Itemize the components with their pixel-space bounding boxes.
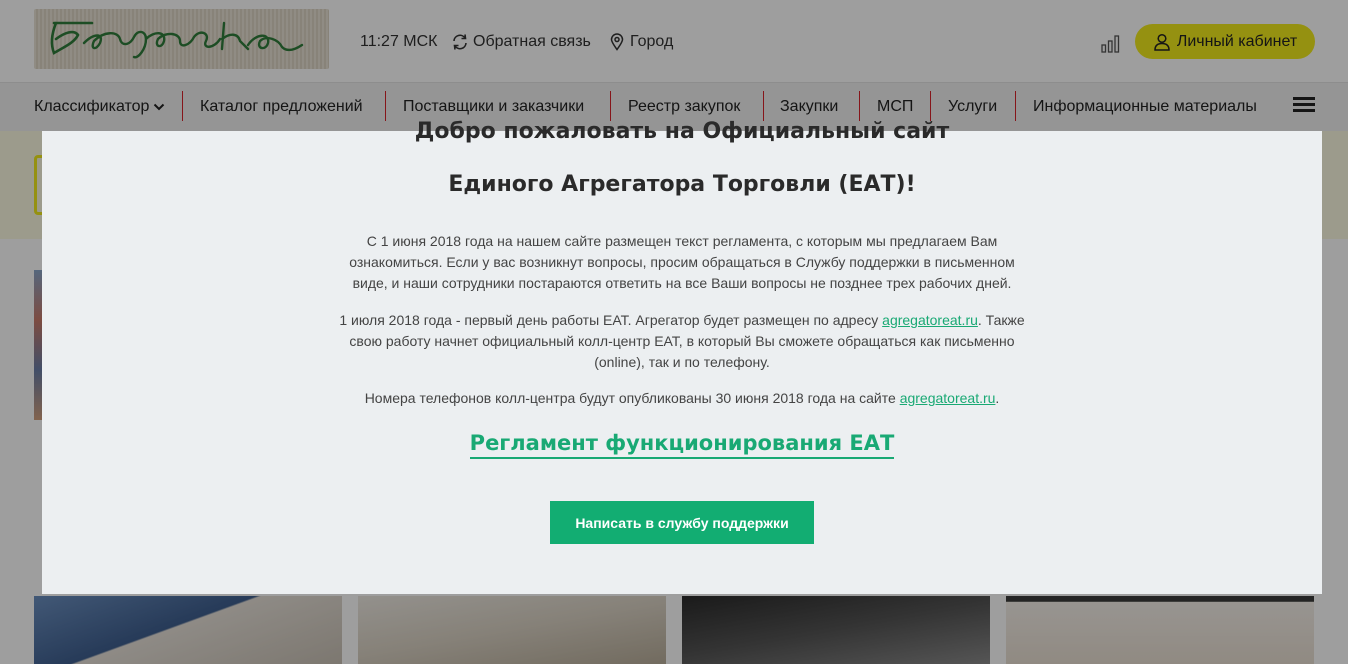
support-button-label: Написать в службу поддержки bbox=[575, 514, 789, 531]
agregatoreat-link[interactable]: agregatoreat.ru bbox=[900, 390, 996, 406]
modal-paragraph-regulation: С 1 июня 2018 года на нашем сайте размещ… bbox=[349, 233, 1015, 291]
modal-paragraph-phones: Номера телефонов колл-центра будут опубл… bbox=[332, 388, 1032, 409]
modal-title-line2: Единого Агрегатора Торговли (ЕАТ)! bbox=[448, 172, 916, 197]
regulation-link-wrapper: Регламент функционирования ЕАТ bbox=[42, 431, 1322, 459]
welcome-modal: Добро пожаловать на Официальный сайт Еди… bbox=[42, 119, 1322, 594]
paragraph-text: Номера телефонов колл-центра будут опубл… bbox=[364, 390, 900, 406]
paragraph-text: . bbox=[995, 390, 1000, 406]
agregatoreat-link[interactable]: agregatoreat.ru bbox=[882, 312, 978, 328]
regulation-link[interactable]: Регламент функционирования ЕАТ bbox=[469, 431, 895, 459]
support-button[interactable]: Написать в службу поддержки bbox=[550, 501, 814, 544]
paragraph-text: 1 июля 2018 года - первый день работы ЕА… bbox=[339, 312, 883, 328]
modal-title-line1: Добро пожаловать на Официальный сайт bbox=[414, 119, 950, 144]
modal-paragraph-launch: 1 июля 2018 года - первый день работы ЕА… bbox=[332, 310, 1032, 373]
